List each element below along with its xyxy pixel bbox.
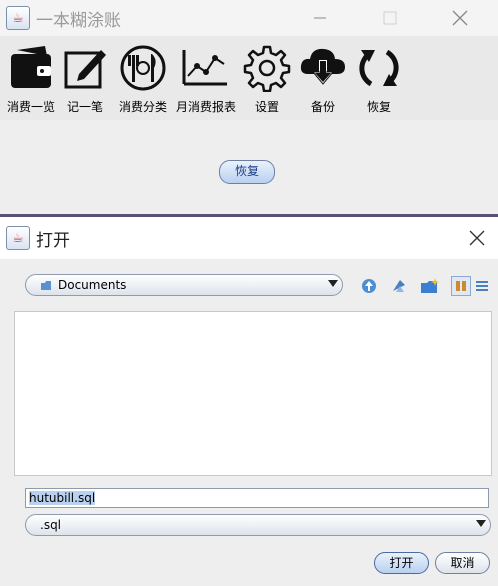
new-folder-icon[interactable]: [420, 276, 440, 296]
close-icon[interactable]: [467, 228, 487, 248]
close-icon[interactable]: [450, 8, 470, 28]
edit-icon: [57, 44, 113, 92]
toolbar-item-consume-overview[interactable]: 消费一览: [3, 44, 59, 115]
toolbar-label: 备份: [310, 100, 335, 114]
open-button[interactable]: 打开: [374, 552, 429, 574]
toolbar-label: 记一笔: [66, 100, 103, 114]
toolbar-label: 设置: [254, 100, 279, 114]
main-titlebar: ☕ 一本糊涂账: [0, 0, 498, 36]
main-window-title: 一本糊涂账: [36, 10, 121, 31]
wallet-icon: [3, 44, 59, 92]
list-view-icon[interactable]: [451, 276, 471, 296]
toolbar-label: 月消费报表: [176, 100, 237, 114]
look-in-combo[interactable]: Documents: [25, 274, 343, 296]
up-folder-icon[interactable]: [359, 276, 379, 296]
main-window: ☕ 一本糊涂账 消费一览 记一笔 消费分类 月消费报表 设置 备份 恢复 恢复: [0, 0, 498, 214]
look-in-value: Documents: [58, 278, 127, 292]
toolbar-label: 消费一览: [6, 100, 55, 114]
file-type-combo[interactable]: .sql: [25, 514, 491, 536]
toolbar-item-backup[interactable]: 备份: [295, 44, 351, 115]
home-icon[interactable]: [389, 276, 409, 296]
toolbar-label: 消费分类: [118, 100, 167, 114]
toolbar: 消费一览 记一笔 消费分类 月消费报表 设置 备份 恢复: [0, 36, 498, 120]
file-name-value: hutubill.sql: [29, 491, 96, 505]
dialog-titlebar: ☕ 打开: [0, 217, 498, 259]
toolbar-label: 恢复: [366, 100, 391, 114]
chart-icon: [176, 44, 232, 92]
maximize-icon[interactable]: [380, 8, 400, 28]
refresh-icon: [351, 44, 407, 92]
open-file-dialog: ☕ 打开 Documents hutubill.sql .sql 打开 取消: [0, 217, 498, 586]
toolbar-item-restore[interactable]: 恢复: [351, 44, 407, 115]
java-app-icon: ☕: [6, 6, 30, 30]
restore-button[interactable]: 恢复: [219, 160, 275, 184]
chevron-down-icon: [476, 520, 486, 527]
toolbar-item-category[interactable]: 消费分类: [115, 44, 171, 115]
toolbar-item-monthly-report[interactable]: 月消费报表: [176, 44, 237, 115]
chevron-down-icon: [328, 280, 338, 287]
java-app-icon: ☕: [6, 226, 30, 250]
gear-icon: [239, 44, 295, 92]
dining-icon: [115, 44, 171, 92]
toolbar-item-settings[interactable]: 设置: [239, 44, 295, 115]
minimize-icon[interactable]: [310, 8, 330, 28]
cloud-download-icon: [295, 44, 351, 92]
folder-icon: [40, 279, 52, 291]
file-list[interactable]: [14, 311, 492, 476]
details-view-icon[interactable]: [472, 276, 492, 296]
file-name-field[interactable]: hutubill.sql: [25, 488, 489, 508]
file-type-value: .sql: [40, 518, 62, 532]
cancel-button[interactable]: 取消: [435, 552, 490, 574]
dialog-title: 打开: [36, 230, 70, 251]
toolbar-item-add-record[interactable]: 记一笔: [57, 44, 113, 115]
